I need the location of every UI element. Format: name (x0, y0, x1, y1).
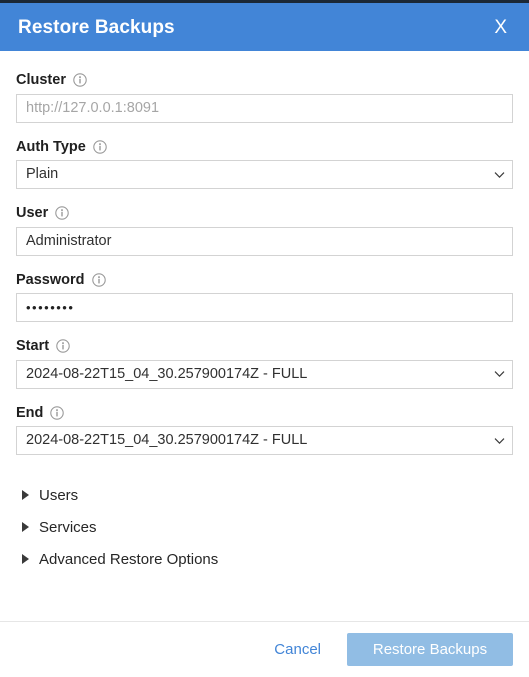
auth-type-select[interactable]: Plain (16, 160, 513, 189)
field-password: Password (16, 271, 513, 322)
dialog-header: Restore Backups X (0, 3, 529, 51)
accordion-sections: Users Services Advanced Restore Options (16, 479, 513, 575)
triangle-right-icon (22, 490, 29, 500)
label-cluster-text: Cluster (16, 72, 66, 88)
section-users-label: Users (39, 486, 79, 504)
section-services[interactable]: Services (16, 511, 513, 543)
restore-backups-button[interactable]: Restore Backups (347, 633, 513, 666)
field-auth-type: Auth Type Plain (16, 138, 513, 189)
label-start-text: Start (16, 338, 50, 354)
label-cluster: Cluster (16, 73, 513, 88)
dialog-body: Cluster Auth Type (0, 51, 529, 621)
info-circle-icon[interactable] (93, 140, 107, 154)
label-user-text: User (16, 205, 49, 221)
label-user: User (16, 206, 513, 221)
info-circle-icon[interactable] (50, 406, 65, 420)
field-start: Start 2024-08-22T15_04_30.257900174Z - F… (16, 339, 513, 389)
triangle-right-icon (22, 554, 29, 564)
end-select[interactable]: 2024-08-22T15_04_30.257900174Z - FULL (16, 426, 513, 455)
label-end: End (16, 404, 513, 421)
password-input[interactable] (16, 293, 513, 322)
field-end: End 2024-08-22T15_04_30.257900174Z - FUL… (16, 404, 513, 455)
dialog-title: Restore Backups (18, 16, 175, 38)
label-auth-type: Auth Type (16, 138, 513, 155)
info-circle-icon[interactable] (55, 206, 69, 220)
end-select-wrap: 2024-08-22T15_04_30.257900174Z - FULL (16, 426, 513, 455)
field-cluster: Cluster (16, 73, 513, 123)
start-select-wrap: 2024-08-22T15_04_30.257900174Z - FULL (16, 359, 513, 389)
start-select[interactable]: 2024-08-22T15_04_30.257900174Z - FULL (16, 359, 513, 389)
field-user: User (16, 206, 513, 256)
label-password-text: Password (16, 271, 85, 288)
dialog-footer: Cancel Restore Backups (0, 621, 529, 677)
info-circle-icon[interactable] (56, 339, 70, 353)
label-password: Password (16, 271, 513, 288)
label-end-text: End (16, 404, 44, 421)
triangle-right-icon (22, 522, 29, 532)
section-users[interactable]: Users (16, 479, 513, 511)
label-auth-type-text: Auth Type (16, 138, 86, 155)
info-circle-icon[interactable] (73, 73, 87, 87)
section-services-label: Services (39, 518, 97, 536)
cancel-button[interactable]: Cancel (266, 635, 329, 664)
restore-backups-dialog: Restore Backups X Cluster Auth Type (0, 0, 529, 677)
close-x-icon[interactable]: X (488, 16, 513, 39)
auth-type-select-wrap: Plain (16, 160, 513, 189)
section-advanced-restore-options-label: Advanced Restore Options (39, 550, 219, 568)
cluster-input[interactable] (16, 93, 513, 123)
user-input[interactable] (16, 226, 513, 256)
info-circle-icon[interactable] (91, 273, 106, 287)
label-start: Start (16, 339, 513, 354)
section-advanced-restore-options[interactable]: Advanced Restore Options (16, 543, 513, 575)
